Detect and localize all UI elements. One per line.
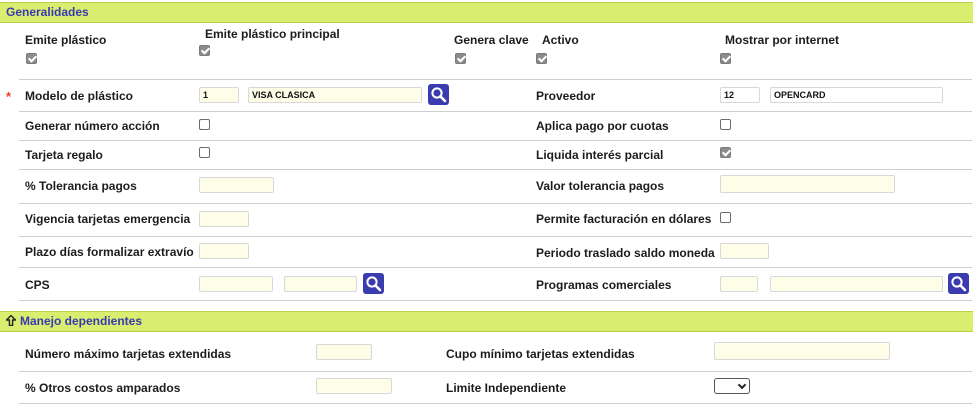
mostrar-internet-checkbox[interactable] (720, 53, 731, 64)
modelo-plastico-name-input[interactable]: VISA CLASICA (248, 87, 422, 103)
plazo-dias-label: Plazo días formalizar extravío (25, 245, 194, 259)
otros-costos-input[interactable] (316, 378, 392, 394)
emite-plastico-checkbox[interactable] (26, 53, 37, 64)
liquida-interes-parcial-checkbox[interactable] (720, 147, 731, 158)
section-header-generalidades: Generalidades (0, 2, 973, 23)
cupo-minimo-input[interactable] (714, 342, 890, 360)
separator (19, 371, 972, 372)
separator (19, 140, 972, 141)
aplica-pago-cuotas-checkbox[interactable] (720, 119, 731, 130)
separator (19, 169, 972, 170)
numero-maximo-label: Número máximo tarjetas extendidas (25, 347, 232, 361)
modelo-plastico-code-input[interactable]: 1 (199, 87, 239, 103)
vigencia-tarjetas-input[interactable] (199, 211, 249, 227)
cps-name-input[interactable] (284, 276, 357, 292)
emite-plastico-label: Emite plástico (25, 33, 107, 47)
periodo-traslado-input[interactable] (720, 243, 769, 259)
limite-independiente-select[interactable] (714, 378, 750, 394)
search-icon (366, 276, 382, 292)
programas-comerciales-search-button[interactable] (948, 273, 969, 294)
limite-independiente-label: Limite Independiente (446, 381, 567, 395)
tarjeta-regalo-checkbox[interactable] (199, 147, 210, 158)
vigencia-tarjetas-label: Vigencia tarjetas emergencia (25, 212, 191, 226)
tarjeta-regalo-label: Tarjeta regalo (25, 148, 103, 162)
generar-numero-accion-checkbox[interactable] (199, 119, 210, 130)
separator (19, 267, 972, 268)
separator (19, 203, 972, 204)
search-icon (431, 87, 447, 103)
programas-comerciales-code-input[interactable] (720, 276, 758, 292)
permite-facturacion-label: Permite facturación en dólares (536, 212, 712, 226)
liquida-interes-parcial-label: Liquida interés parcial (536, 148, 664, 162)
cps-code-input[interactable] (199, 276, 273, 292)
proveedor-label: Proveedor (536, 89, 596, 103)
separator (19, 236, 972, 237)
collapse-arrow-icon[interactable] (5, 312, 17, 331)
programas-comerciales-name-input[interactable] (770, 276, 943, 292)
modelo-plastico-label: Modelo de plástico (25, 89, 134, 103)
genera-clave-label: Genera clave (454, 33, 529, 47)
proveedor-code-input[interactable]: 12 (720, 87, 760, 103)
mostrar-internet-label: Mostrar por internet (725, 33, 840, 47)
separator (19, 111, 972, 112)
emite-plastico-principal-checkbox[interactable] (199, 45, 210, 56)
numero-maximo-input[interactable] (316, 344, 372, 360)
required-mark: * (6, 89, 12, 104)
emite-plastico-principal-label: Emite plástico principal (205, 27, 340, 41)
modelo-plastico-search-button[interactable] (428, 84, 449, 105)
search-icon (951, 276, 967, 292)
programas-comerciales-label: Programas comerciales (536, 278, 672, 292)
proveedor-name-input[interactable]: OPENCARD (770, 87, 943, 103)
cupo-minimo-label: Cupo mínimo tarjetas extendidas (446, 347, 635, 361)
tolerancia-pagos-label: % Tolerancia pagos (25, 179, 137, 193)
activo-label: Activo (542, 33, 579, 47)
cps-search-button[interactable] (363, 273, 384, 294)
separator (19, 79, 972, 80)
separator (19, 403, 972, 404)
section-header-manejo-dependientes[interactable]: Manejo dependientes (0, 311, 973, 332)
cps-label: CPS (25, 278, 50, 292)
permite-facturacion-checkbox[interactable] (720, 212, 731, 223)
generar-numero-accion-label: Generar número acción (25, 119, 160, 133)
activo-checkbox[interactable] (536, 53, 547, 64)
tolerancia-pagos-input[interactable] (199, 177, 274, 193)
otros-costos-label: % Otros costos amparados (25, 381, 181, 395)
genera-clave-checkbox[interactable] (455, 53, 466, 64)
valor-tolerancia-pagos-input[interactable] (720, 175, 895, 193)
valor-tolerancia-pagos-label: Valor tolerancia pagos (536, 179, 665, 193)
separator (19, 300, 972, 301)
periodo-traslado-label: Periodo traslado saldo moneda (536, 246, 715, 260)
section-title: Generalidades (6, 5, 89, 19)
plazo-dias-input[interactable] (199, 243, 249, 259)
aplica-pago-cuotas-label: Aplica pago por cuotas (536, 119, 669, 133)
section-title: Manejo dependientes (20, 314, 143, 328)
